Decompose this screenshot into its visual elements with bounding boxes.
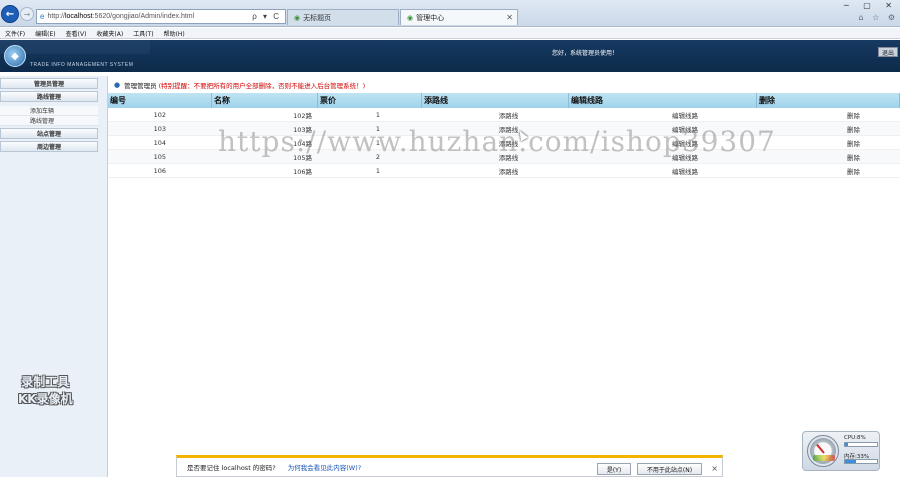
menu-favorites[interactable]: 收藏夹(A)	[91, 28, 128, 38]
gauge-needle	[816, 443, 825, 454]
forward-arrow-icon[interactable]: →	[20, 7, 34, 21]
sidebar-item-route-manage[interactable]: 路线管理	[0, 116, 98, 126]
site-watermark: https://www.huzhan.com/ishop39307	[218, 125, 776, 158]
add-route-link[interactable]: 添路线	[499, 110, 519, 120]
sidebar-section-stations[interactable]: 站点管理	[0, 128, 98, 139]
browser-titlebar: ← → e http:// localhost :5620/gongjiao/A…	[0, 0, 900, 27]
globe-logo-icon: ◆	[4, 45, 26, 67]
address-path: :5620/gongjiao/Admin/index.html	[92, 13, 195, 20]
col-header-id: 编号	[108, 93, 212, 108]
cpu-meter-widget: CPU:8% 内存:33%	[802, 431, 880, 471]
tab-admin-center[interactable]: ◉ 管理中心 ✕	[400, 9, 518, 25]
cell-id: 104	[153, 138, 166, 147]
delete-link[interactable]: 删除	[847, 138, 860, 148]
not-for-this-site-button[interactable]: 不用于此站点(N)	[637, 463, 702, 475]
sidebar-section-surroundings[interactable]: 周边管理	[0, 141, 98, 152]
breadcrumb-title: 管理管理员	[124, 82, 157, 90]
sidebar-section-admin[interactable]: 管理员管理	[0, 78, 98, 89]
browser-toolbar-icons[interactable]: ⌂ ☆ ⚙	[858, 13, 898, 22]
delete-link[interactable]: 删除	[847, 152, 860, 162]
cell-id: 105	[153, 152, 166, 161]
welcome-text: 您好，系统管理员使用！	[552, 50, 619, 57]
table-header: 编号 名称 票价 添路线 编辑线路 删除	[108, 93, 900, 108]
save-password-notification: 是否要记住 localhost 的密码? 为何我会看见此内容(W)? 是(Y) …	[176, 455, 723, 477]
edit-route-link[interactable]: 编辑线路	[672, 110, 698, 120]
col-header-delete: 删除	[757, 93, 900, 108]
table-row: 102 102路 1 添路线 编辑线路 删除	[108, 108, 900, 122]
sidebar-item-add-vehicle[interactable]: 添加车辆	[0, 106, 98, 116]
cpu-bar-fill	[845, 443, 848, 446]
tab-untitled[interactable]: ◉ 无标题页	[287, 9, 399, 25]
menu-help[interactable]: 帮助(H)	[159, 28, 190, 38]
window-controls[interactable]: ─ ▢ ✕	[844, 1, 898, 10]
logout-button[interactable]: 退出	[878, 47, 898, 57]
cell-price: 1	[375, 166, 380, 175]
menu-view[interactable]: 查看(V)	[61, 28, 92, 38]
notification-question: 是否要记住 localhost 的密码?	[187, 464, 276, 472]
delete-link[interactable]: 删除	[847, 110, 860, 120]
col-header-edit-route: 编辑线路	[569, 93, 757, 108]
tab-label: 无标题页	[303, 14, 332, 22]
ie-page-icon: e	[40, 12, 45, 21]
breadcrumb: ● 管理管理员 (特别提醒：不要把所有的用户全部删除，否则不能进入后台管理系统！…	[114, 80, 365, 90]
kk-watermark-line2: KK录像机	[18, 392, 73, 406]
address-tools-icons[interactable]: ρ ▾ C	[252, 12, 281, 21]
kk-watermark-line1: 录制工具	[21, 375, 70, 389]
address-host: localhost	[64, 13, 93, 20]
col-header-name: 名称	[212, 93, 318, 108]
menu-file[interactable]: 文件(F)	[0, 28, 30, 38]
tab-label: 管理中心	[416, 14, 445, 22]
page-icon: ◉	[407, 14, 414, 22]
warning-text: (特别提醒：不要把所有的用户全部删除，否则不能进入后台管理系统！)	[158, 82, 366, 90]
table-row: 106 106路 1 添路线 编辑线路 删除	[108, 164, 900, 178]
address-bar[interactable]: e http:// localhost :5620/gongjiao/Admin…	[36, 9, 286, 24]
back-arrow-icon[interactable]: ←	[1, 5, 19, 23]
kk-recorder-watermark: 录制工具 KK录像机	[18, 374, 73, 408]
cpu-label: CPU:8%	[844, 435, 866, 441]
system-subtitle: TRADE INFO MANAGEMENT SYSTEM	[30, 62, 134, 68]
address-prefix: http://	[47, 13, 65, 20]
sidebar: 管理员管理 路线管理 添加车辆 路线管理 站点管理 周边管理 录制工具 KK录像…	[0, 76, 108, 477]
delete-link[interactable]: 删除	[847, 166, 860, 176]
col-header-add-route: 添路线	[422, 93, 569, 108]
col-header-price: 票价	[318, 93, 422, 108]
cell-id: 106	[153, 166, 166, 175]
bullet-icon: ●	[114, 81, 121, 89]
menu-tools[interactable]: 工具(T)	[128, 28, 158, 38]
sidebar-section-routes[interactable]: 路线管理	[0, 91, 98, 102]
gauge-scale	[813, 455, 835, 461]
cpu-bar	[844, 442, 878, 447]
delete-link[interactable]: 删除	[847, 124, 860, 134]
speedometer-icon	[807, 435, 839, 467]
menu-edit[interactable]: 编辑(E)	[30, 28, 60, 38]
memory-bar	[844, 459, 878, 464]
edit-route-link[interactable]: 编辑线路	[672, 166, 698, 176]
cell-price: 1	[375, 110, 380, 119]
notification-help-link[interactable]: 为何我会看见此内容(W)?	[288, 462, 361, 472]
close-tab-icon[interactable]: ✕	[506, 13, 513, 22]
cell-name: 106路	[293, 167, 312, 176]
cell-id: 103	[153, 124, 166, 133]
page-icon: ◉	[294, 14, 301, 22]
add-route-link[interactable]: 添路线	[499, 166, 519, 176]
app-header: ◆ TRADE INFO MANAGEMENT SYSTEM 您好，系统管理员使…	[0, 40, 900, 72]
cell-id: 102	[153, 110, 166, 119]
yes-button[interactable]: 是(Y)	[597, 463, 631, 475]
menu-bar: 文件(F) 编辑(E) 查看(V) 收藏夹(A) 工具(T) 帮助(H)	[0, 28, 900, 39]
cell-name: 102路	[293, 111, 312, 120]
memory-bar-fill	[845, 460, 856, 463]
close-icon[interactable]: ×	[711, 464, 718, 473]
